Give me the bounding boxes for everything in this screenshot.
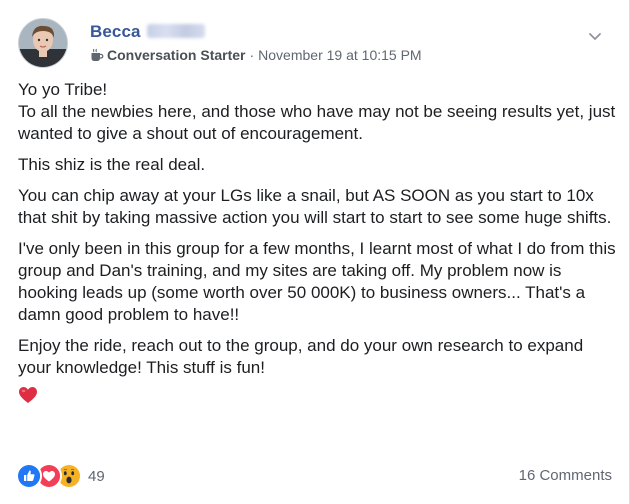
post-card: Becca Conversation Starter · November 19 a… xyxy=(0,0,630,504)
comments-link[interactable]: 16 Comments xyxy=(519,467,612,484)
post-paragraph: Enjoy the ride, reach out to the group, … xyxy=(18,336,584,377)
reactions-summary[interactable]: 49 xyxy=(16,463,105,489)
post-header: Becca Conversation Starter · November 19 a… xyxy=(15,12,615,68)
post-paragraph: You can chip away at your LGs like a sna… xyxy=(18,186,612,227)
post-meta: Conversation Starter · November 19 at 10:1… xyxy=(90,47,422,63)
post-paragraph: Yo yo Tribe! To all the newbies here, an… xyxy=(18,80,616,143)
avatar[interactable] xyxy=(18,18,68,68)
reaction-count[interactable]: 49 xyxy=(88,468,105,485)
author-first-name[interactable]: Becca xyxy=(90,22,141,41)
red-heart-icon xyxy=(19,387,37,403)
meta-separator: · xyxy=(249,47,255,63)
blurred-surname xyxy=(146,24,205,38)
like-icon xyxy=(16,463,42,489)
author-name[interactable]: Becca xyxy=(90,22,205,42)
chevron-down-icon[interactable] xyxy=(587,28,603,44)
post-paragraph: This shiz is the real deal. xyxy=(18,155,206,174)
post-footer: 49 16 Comments xyxy=(16,462,612,490)
coffee-cup-icon xyxy=(90,48,104,62)
post-body: Yo yo Tribe! To all the newbies here, an… xyxy=(18,79,618,404)
profile-photo-icon xyxy=(19,19,67,67)
member-badge: Conversation Starter xyxy=(107,47,246,63)
post-timestamp[interactable]: November 19 at 10:15 PM xyxy=(258,47,421,63)
post-paragraph: I've only been in this group for a few m… xyxy=(18,239,616,324)
